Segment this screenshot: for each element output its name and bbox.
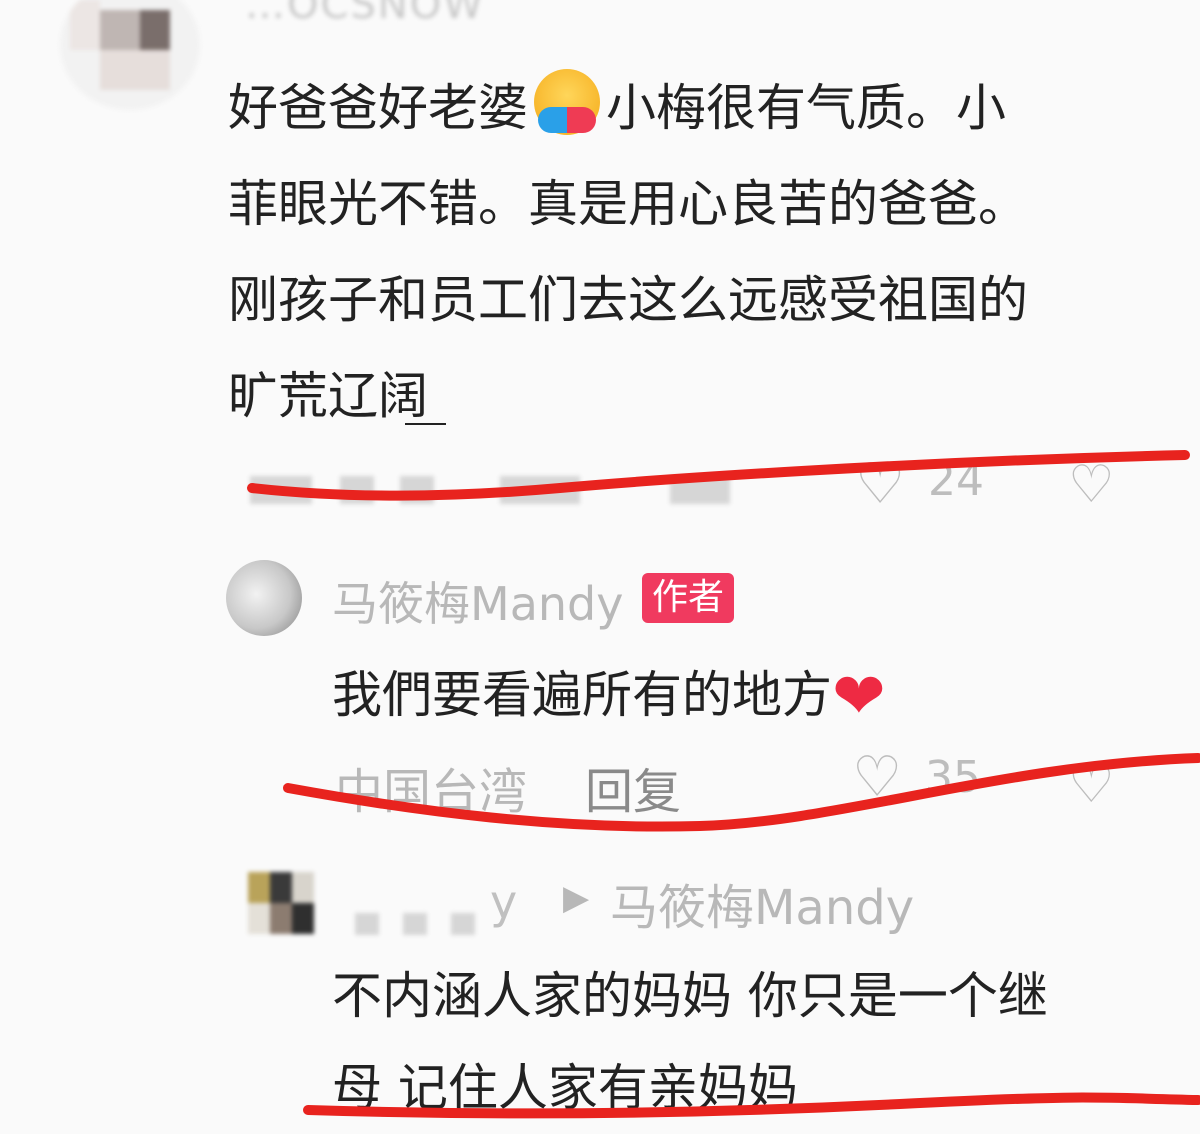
underline-3	[303, 1092, 1200, 1119]
underline-2	[283, 753, 1200, 832]
underline-1	[247, 450, 1190, 501]
annotation-underlines	[247, 423, 1200, 1119]
